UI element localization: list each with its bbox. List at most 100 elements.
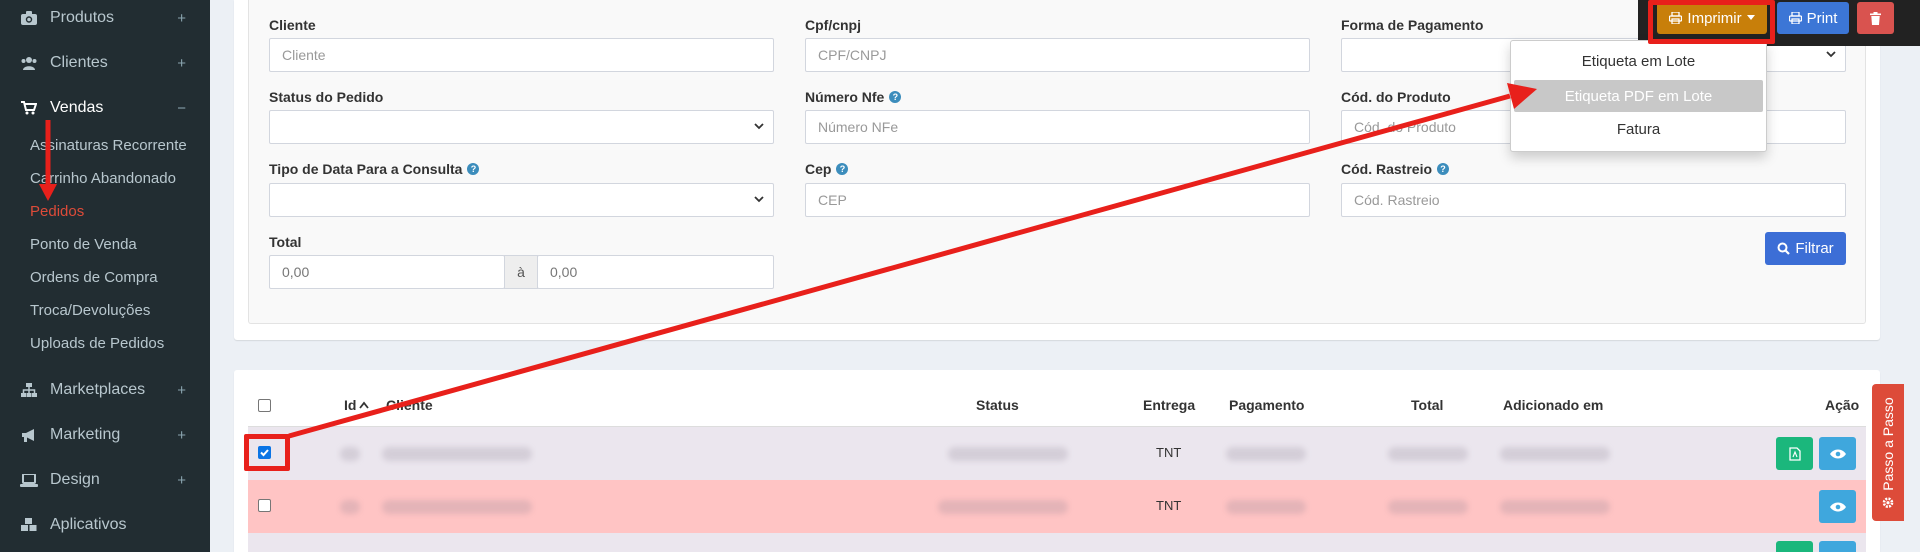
status-label-text: Status do Pedido (269, 89, 384, 105)
redacted-date (1500, 500, 1610, 514)
redacted-pagamento (1226, 500, 1306, 514)
column-id[interactable]: Id (344, 397, 370, 413)
cpf-input[interactable]: CPF/CNPJ (805, 38, 1310, 72)
rastreio-input[interactable]: Cód. Rastreio (1341, 183, 1846, 217)
submenu-ponto-de-venda[interactable]: Ponto de Venda (30, 236, 137, 253)
users-icon (20, 56, 38, 70)
column-entrega[interactable]: Entrega (1143, 397, 1195, 413)
sidebar-item-label: Design (50, 471, 100, 488)
print-icon (1788, 12, 1802, 24)
sidebar-item-marketing[interactable]: Marketing + (0, 417, 210, 453)
sidebar-item-label: Clientes (50, 54, 108, 71)
help-icon[interactable]: ? (889, 91, 902, 103)
eye-icon (1829, 502, 1846, 511)
cep-label-text: Cep (805, 161, 832, 177)
passo-a-passo-tab[interactable]: Passo a Passo (1872, 384, 1904, 521)
pdf-button[interactable] (1776, 541, 1813, 552)
cep-input[interactable]: CEP (805, 183, 1310, 217)
menu-item-etiqueta-lote[interactable]: Etiqueta em Lote (1511, 45, 1766, 77)
sidebar-item-aplicativos[interactable]: Aplicativos (0, 507, 210, 543)
nfe-label: Número Nfe? (805, 89, 902, 105)
collapse-icon: − (177, 99, 186, 117)
submenu-assinaturas[interactable]: Assinaturas Recorrente (30, 137, 187, 154)
sidebar-item-label: Aplicativos (50, 516, 127, 533)
cart-icon (20, 101, 38, 115)
table-row[interactable] (248, 533, 1866, 552)
submenu-carrinho[interactable]: Carrinho Abandonado (30, 170, 176, 187)
pdf-button[interactable] (1776, 437, 1813, 470)
cpf-label: Cpf/cnpj (805, 17, 861, 33)
help-icon[interactable]: ? (467, 163, 480, 175)
submenu-pedidos[interactable]: Pedidos (30, 203, 84, 220)
help-icon[interactable]: ? (1437, 163, 1450, 175)
annotation-box-imprimir (1648, 0, 1775, 44)
sidebar-item-label: Produtos (50, 9, 115, 26)
row-checkbox[interactable] (258, 499, 271, 512)
sidebar-item-label: Marketplaces (50, 381, 146, 398)
eye-icon (1829, 449, 1846, 458)
file-pdf-icon (1788, 446, 1801, 461)
redacted-id (340, 500, 360, 514)
redacted-id (340, 447, 360, 461)
submenu-troca-devolucoes[interactable]: Troca/Devoluções (30, 302, 150, 319)
expand-icon: + (177, 471, 186, 489)
submenu-uploads[interactable]: Uploads de Pedidos (30, 335, 164, 352)
produto-label: Cód. do Produto (1341, 89, 1451, 105)
sidebar-item-vendas[interactable]: Vendas − (0, 90, 210, 126)
menu-item-etiqueta-pdf-lote[interactable]: Etiqueta PDF em Lote (1514, 80, 1763, 112)
sidebar-item-clientes[interactable]: Clientes + (0, 45, 210, 81)
cliente-label: Cliente (269, 17, 316, 33)
cep-label: Cep? (805, 161, 849, 177)
nfe-label-text: Número Nfe (805, 89, 885, 105)
column-pagamento[interactable]: Pagamento (1229, 397, 1304, 413)
column-acao: Ação (1825, 397, 1860, 413)
total-min-input[interactable]: 0,00 (269, 255, 505, 289)
passo-a-passo-label: Passo a Passo (1880, 396, 1896, 491)
status-label: Status do Pedido (269, 89, 383, 105)
delete-button[interactable] (1857, 2, 1894, 34)
cliente-input[interactable]: Cliente (269, 38, 774, 72)
redacted-status (948, 447, 1068, 461)
tipo-data-select[interactable] (269, 183, 774, 217)
table-row[interactable]: TNT (248, 427, 1866, 480)
sidebar-item-design[interactable]: Design + (0, 462, 210, 498)
search-icon (1777, 242, 1791, 255)
column-status[interactable]: Status (976, 397, 1019, 413)
select-all-checkbox[interactable] (258, 399, 271, 412)
column-total[interactable]: Total (1411, 397, 1443, 413)
rastreio-label: Cód. Rastreio? (1341, 161, 1450, 177)
print-button[interactable]: Print (1777, 2, 1849, 34)
total-max-input[interactable]: 0,00 (537, 255, 774, 289)
redacted-date (1500, 447, 1610, 461)
filter-button-label: Filtrar (1795, 240, 1834, 257)
table-row[interactable]: TNT (248, 480, 1866, 533)
column-cliente[interactable]: Cliente (386, 397, 433, 413)
column-adicionado[interactable]: Adicionado em (1503, 397, 1603, 413)
sidebar-item-marketplaces[interactable]: Marketplaces + (0, 372, 210, 408)
entrega-cell: TNT (1156, 498, 1182, 513)
redacted-total (1388, 500, 1468, 514)
pagamento-label: Forma de Pagamento (1341, 17, 1484, 33)
expand-icon: + (177, 381, 186, 399)
view-button[interactable] (1819, 490, 1856, 523)
menu-item-fatura[interactable]: Fatura (1511, 113, 1766, 145)
expand-icon: + (177, 9, 186, 27)
view-button[interactable] (1819, 437, 1856, 470)
status-select[interactable] (269, 110, 774, 144)
tipo-data-label-text: Tipo de Data Para a Consulta (269, 161, 463, 177)
help-icon[interactable]: ? (836, 163, 849, 175)
nfe-input[interactable]: Número NFe (805, 110, 1310, 144)
laptop-icon (20, 473, 38, 487)
trash-icon (1870, 11, 1881, 25)
view-button[interactable] (1819, 541, 1856, 552)
submenu-ordens-de-compra[interactable]: Ordens de Compra (30, 269, 158, 286)
filter-button[interactable]: Filtrar (1765, 232, 1846, 265)
redacted-status (938, 500, 1068, 514)
redacted-pagamento (1226, 447, 1306, 461)
camera-icon (20, 11, 38, 25)
column-id-label: Id (344, 397, 357, 413)
chevron-down-icon (1826, 51, 1836, 58)
sidebar-item-label: Marketing (50, 426, 121, 443)
sidebar-item-produtos[interactable]: Produtos + (0, 0, 210, 36)
gear-icon (1882, 496, 1894, 508)
